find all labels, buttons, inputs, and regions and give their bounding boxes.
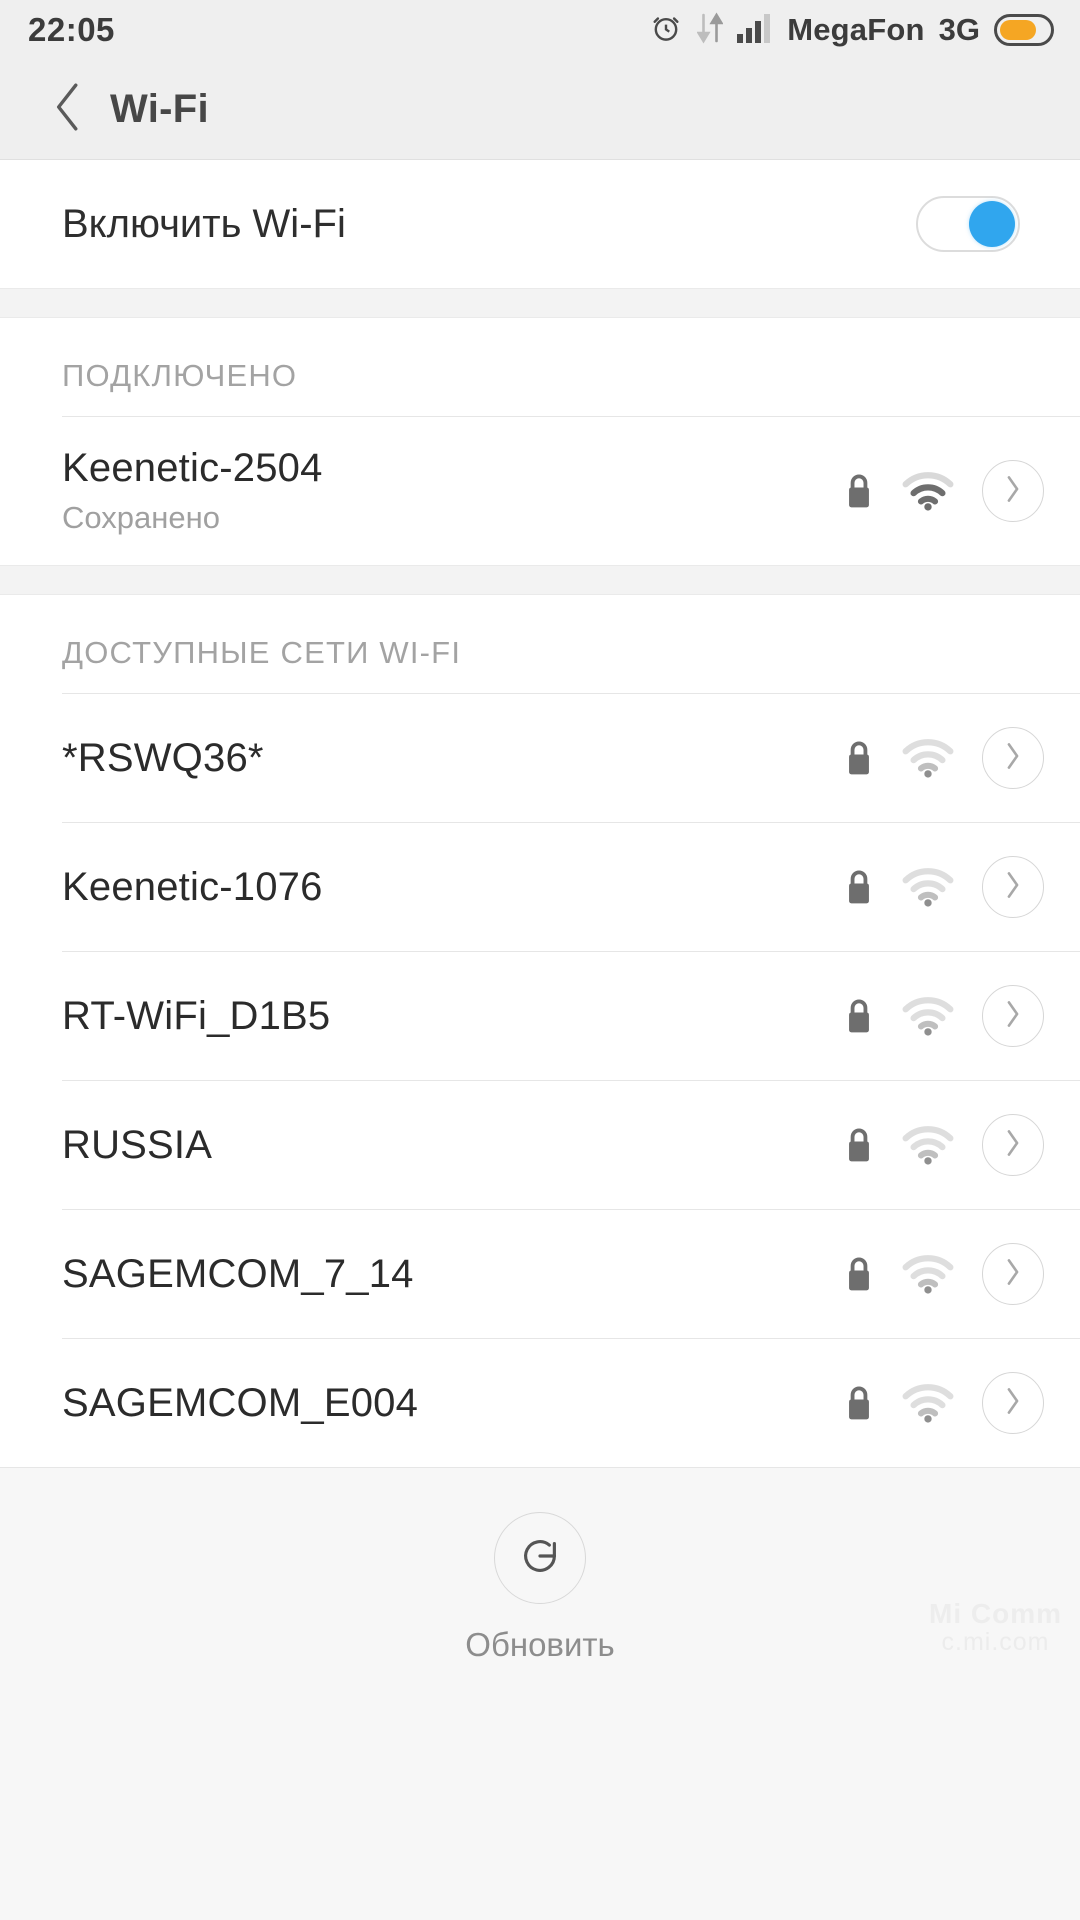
settings-content: Включить Wi-Fi ПОДКЛЮЧЕНО Keenetic-2504 …: [0, 160, 1080, 1920]
network-ssid: Keenetic-1076: [62, 864, 323, 909]
section-gap: [0, 565, 1080, 595]
network-row[interactable]: SAGEMCOM_7_14: [0, 1210, 1080, 1338]
lock-icon: [844, 472, 874, 510]
status-bar: 22:05 MegaFon 3G: [0, 0, 1080, 60]
network-details-button[interactable]: [982, 856, 1044, 918]
watermark-line-2: c.mi.com: [941, 1628, 1050, 1656]
network-indicators: [844, 856, 1044, 918]
back-button[interactable]: [40, 82, 96, 138]
network-row[interactable]: RT-WiFi_D1B5: [0, 952, 1080, 1080]
alarm-icon: [649, 11, 683, 50]
watermark: Mi Comm c.mi.com: [929, 1597, 1062, 1656]
network-details-button[interactable]: [982, 460, 1044, 522]
section-title: ДОСТУПНЫЕ СЕТИ WI-FI: [62, 635, 462, 670]
wifi-settings-screen: 22:05 MegaFon 3G Wi-Fi Включить Wi-Fi ПО…: [0, 0, 1080, 1920]
network-ssid: Keenetic-2504: [62, 446, 323, 491]
battery-fill: [1000, 20, 1037, 40]
network-text: Keenetic-1076: [62, 865, 323, 910]
lock-icon: [844, 1255, 874, 1293]
network-details-button[interactable]: [982, 1114, 1044, 1176]
lock-icon: [844, 868, 874, 906]
network-text: Keenetic-2504 Сохранено: [62, 446, 323, 536]
status-bar-icons: MegaFon 3G: [649, 11, 1054, 50]
watermark-line-1: Mi Comm: [929, 1597, 1062, 1629]
network-indicators: [844, 460, 1044, 522]
chevron-right-icon: [1003, 999, 1023, 1034]
section-header-available: ДОСТУПНЫЕ СЕТИ WI-FI: [0, 595, 1080, 693]
network-ssid: RUSSIA: [62, 1122, 213, 1167]
lock-icon: [844, 1126, 874, 1164]
chevron-left-icon: [48, 79, 88, 140]
chevron-right-icon: [1003, 870, 1023, 905]
network-text: RUSSIA: [62, 1123, 212, 1168]
network-text: RT-WiFi_D1B5: [62, 994, 330, 1039]
wifi-enable-label: Включить Wi-Fi: [62, 201, 346, 246]
network-details-button[interactable]: [982, 1372, 1044, 1434]
refresh-scan-icon: [517, 1533, 563, 1584]
page-title: Wi-Fi: [110, 87, 209, 131]
wifi-signal-icon: [902, 1383, 954, 1423]
data-transfer-icon: [696, 11, 724, 49]
network-details-button[interactable]: [982, 727, 1044, 789]
network-row[interactable]: *RSWQ36*: [0, 694, 1080, 822]
signal-bars-icon: [737, 13, 773, 48]
lock-icon: [844, 997, 874, 1035]
chevron-right-icon: [1003, 1128, 1023, 1163]
chevron-right-icon: [1003, 1386, 1023, 1421]
status-bar-clock: 22:05: [28, 11, 115, 48]
network-ssid: SAGEMCOM_E004: [62, 1380, 419, 1425]
refresh-label: Обновить: [465, 1626, 615, 1663]
app-header: Wi-Fi: [0, 60, 1080, 160]
network-row[interactable]: Keenetic-1076: [0, 823, 1080, 951]
footer-area: Обновить Mi Comm c.mi.com: [0, 1468, 1080, 1668]
network-indicators: [844, 727, 1044, 789]
section-gap: [0, 288, 1080, 318]
network-ssid: RT-WiFi_D1B5: [62, 993, 331, 1038]
network-row[interactable]: RUSSIA: [0, 1081, 1080, 1209]
network-ssid: *RSWQ36*: [62, 735, 264, 780]
wifi-signal-icon: [902, 738, 954, 778]
section-title: ПОДКЛЮЧЕНО: [62, 358, 298, 393]
lock-icon: [844, 739, 874, 777]
network-text: *RSWQ36*: [62, 736, 264, 781]
connected-section: ПОДКЛЮЧЕНО Keenetic-2504 Сохранено: [0, 318, 1080, 565]
wifi-enable-toggle[interactable]: [916, 196, 1020, 252]
network-indicators: [844, 985, 1044, 1047]
wifi-signal-icon: [902, 1125, 954, 1165]
carrier-name: MegaFon: [787, 12, 925, 47]
network-indicators: [844, 1243, 1044, 1305]
network-row-connected[interactable]: Keenetic-2504 Сохранено: [0, 417, 1080, 565]
wifi-signal-icon: [902, 471, 954, 511]
refresh-button[interactable]: [494, 1512, 586, 1604]
section-header-connected: ПОДКЛЮЧЕНО: [0, 318, 1080, 416]
chevron-right-icon: [1003, 741, 1023, 776]
wifi-signal-icon: [902, 867, 954, 907]
network-details-button[interactable]: [982, 1243, 1044, 1305]
available-networks-section: ДОСТУПНЫЕ СЕТИ WI-FI *RSWQ36* Keenetic-1…: [0, 595, 1080, 1468]
network-ssid: SAGEMCOM_7_14: [62, 1251, 414, 1296]
lock-icon: [844, 1384, 874, 1422]
network-text: SAGEMCOM_7_14: [62, 1252, 414, 1297]
wifi-enable-row[interactable]: Включить Wi-Fi: [0, 160, 1080, 288]
network-status: Сохранено: [62, 499, 220, 535]
network-text: SAGEMCOM_E004: [62, 1381, 418, 1426]
chevron-right-icon: [1003, 1257, 1023, 1292]
wifi-signal-icon: [902, 996, 954, 1036]
network-indicators: [844, 1114, 1044, 1176]
network-row[interactable]: SAGEMCOM_E004: [0, 1339, 1080, 1467]
battery-icon: [994, 14, 1054, 46]
network-type-label: 3G: [938, 12, 980, 47]
toggle-knob: [969, 201, 1015, 247]
chevron-right-icon: [1003, 474, 1023, 509]
network-indicators: [844, 1372, 1044, 1434]
wifi-signal-icon: [902, 1254, 954, 1294]
network-details-button[interactable]: [982, 985, 1044, 1047]
